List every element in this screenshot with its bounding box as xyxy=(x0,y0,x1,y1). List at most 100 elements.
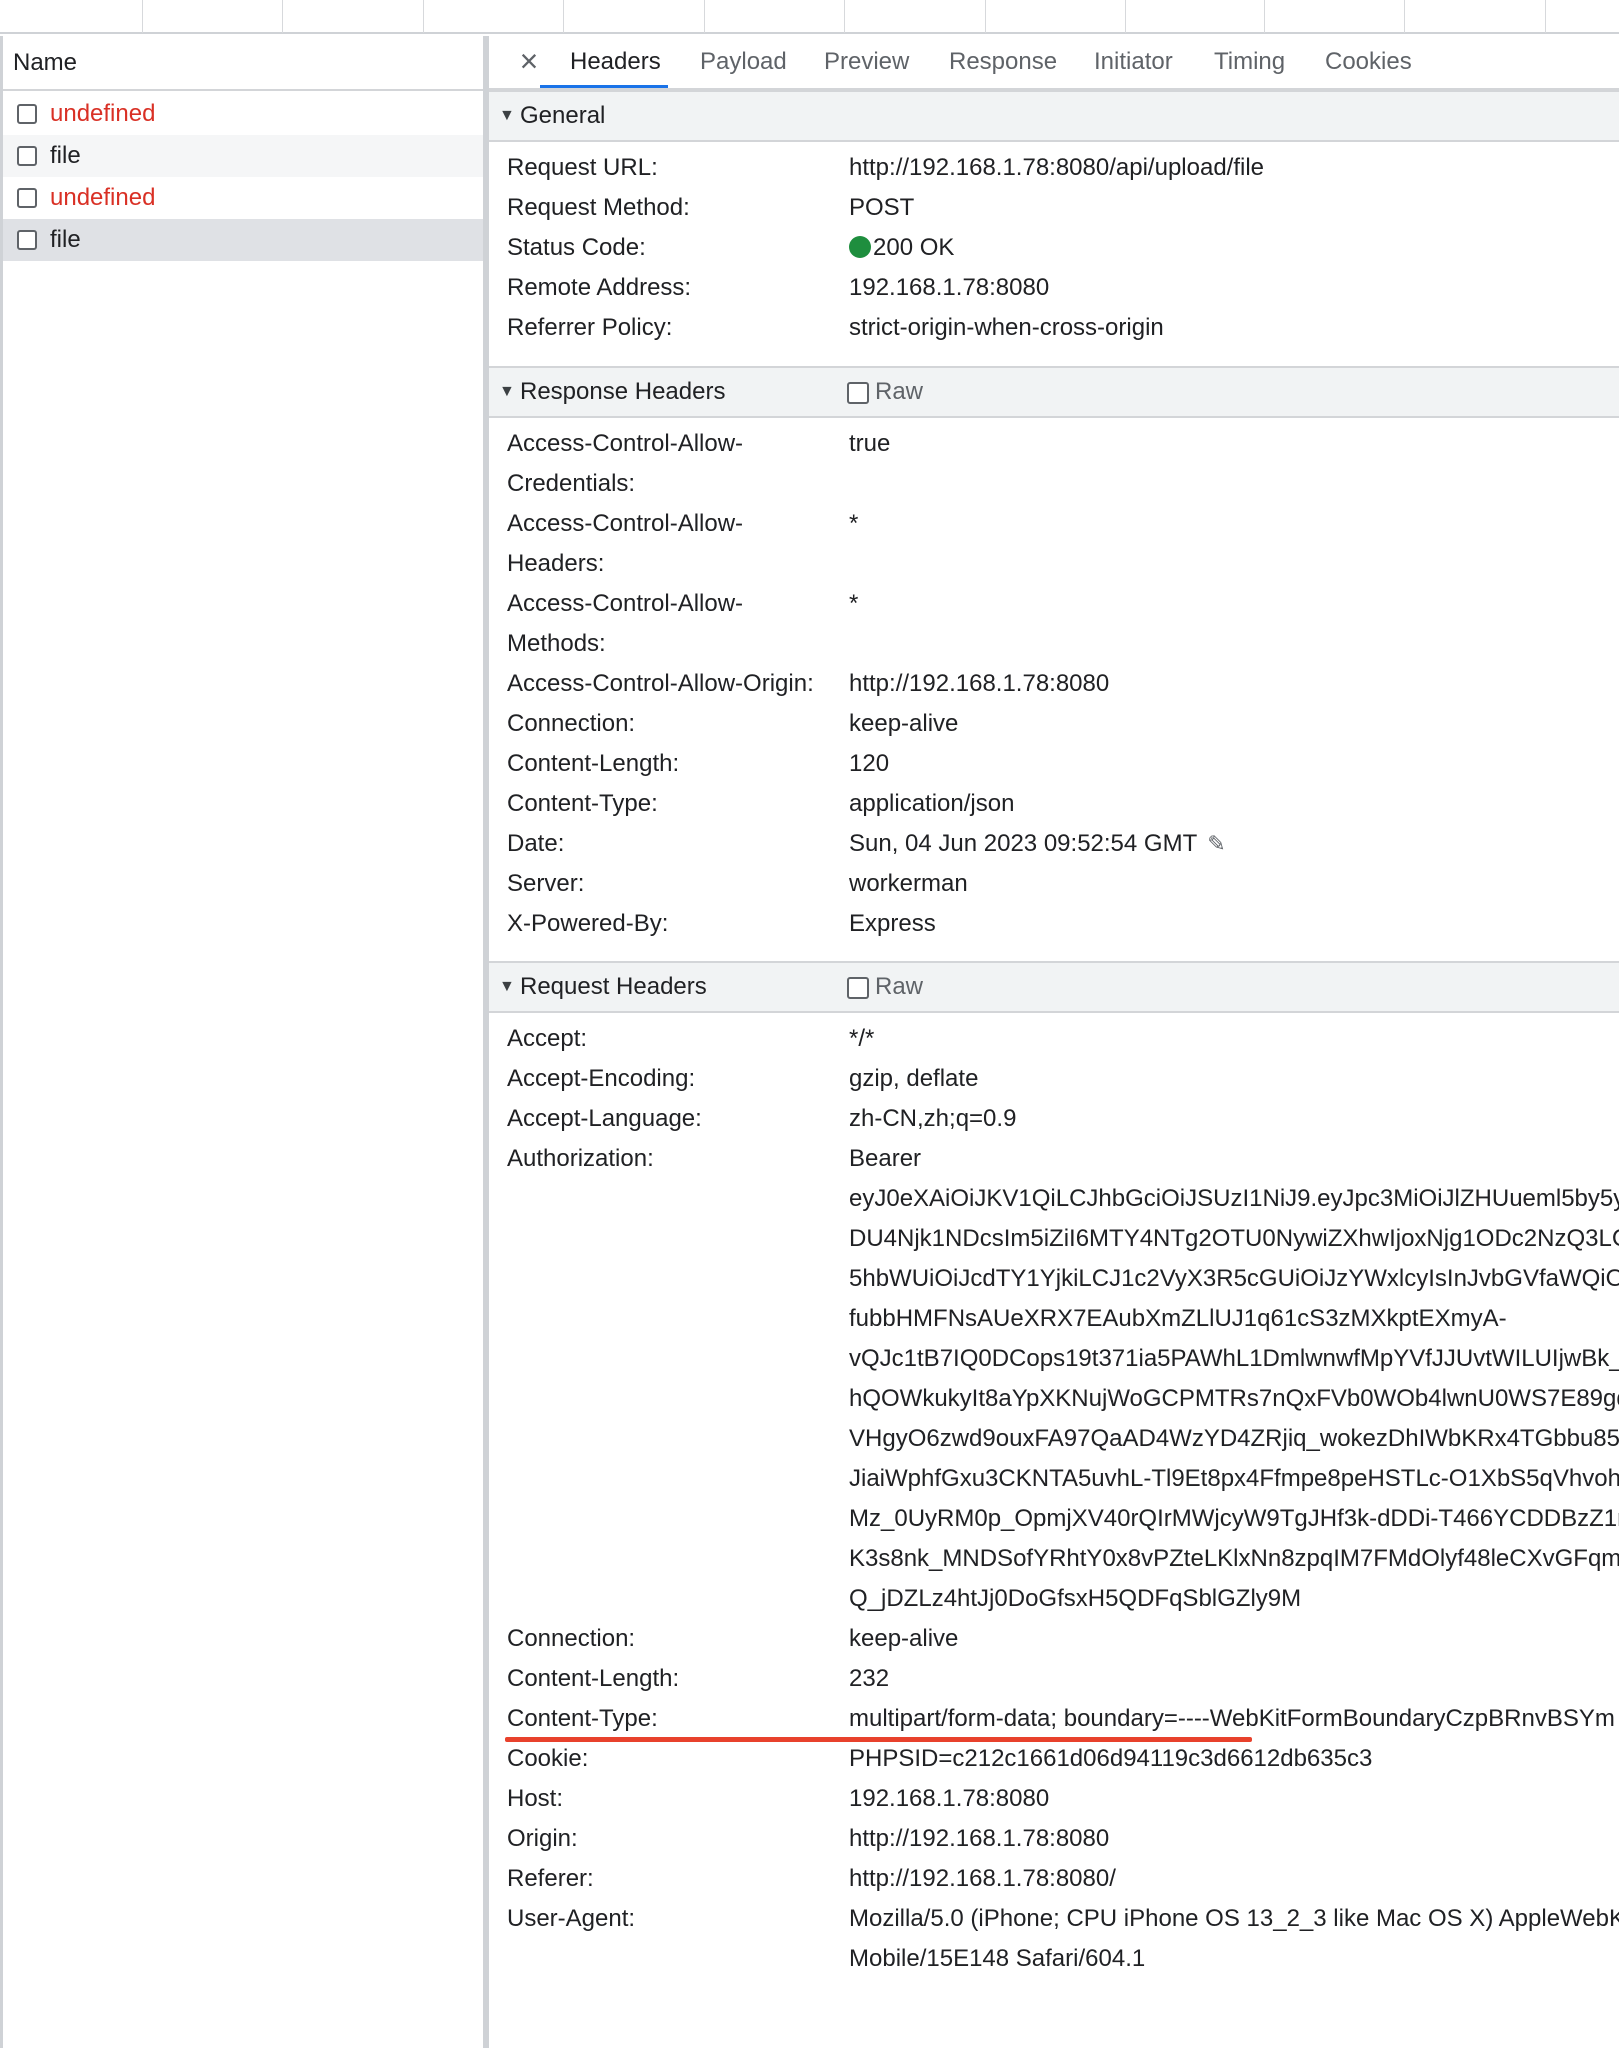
header-value: K3s8nk_MNDSofYRhtY0x8vPZteLKlxNn8zpqIM7F… xyxy=(849,1545,1619,1572)
request-headers-section-header[interactable]: ▼ Request Headers Raw xyxy=(489,961,1619,1013)
header-key: Connection: xyxy=(507,1625,636,1652)
tab-response[interactable]: Response xyxy=(949,36,1057,88)
header-key: Connection: xyxy=(507,710,636,737)
timeline-gridline xyxy=(563,0,564,33)
header-key: Request URL: xyxy=(507,154,658,181)
header-value: * xyxy=(849,510,859,537)
header-value: Mobile/15E148 Safari/604.1 xyxy=(849,1945,1146,1972)
header-key: Methods: xyxy=(507,630,606,657)
general-section-header[interactable]: ▼ General xyxy=(489,90,1619,142)
header-value: http://192.168.1.78:8080/ xyxy=(849,1865,1116,1892)
annotation-underline xyxy=(505,1737,1252,1742)
timeline-gridline xyxy=(142,0,143,33)
header-key: Access-Control-Allow-Origin: xyxy=(507,670,814,697)
header-value: multipart/form-data; boundary=----WebKit… xyxy=(849,1705,1615,1732)
tab-initiator[interactable]: Initiator xyxy=(1094,36,1173,88)
tab-payload[interactable]: Payload xyxy=(700,36,787,88)
timeline-gridline xyxy=(282,0,283,33)
header-key: Content-Type: xyxy=(507,790,658,817)
section-title: Request Headers xyxy=(520,973,707,1000)
header-value: http://192.168.1.78:8080/api/upload/file xyxy=(849,154,1265,181)
response-headers-section-header[interactable]: ▼ Response Headers Raw xyxy=(489,366,1619,418)
request-details-panel: × Headers Payload Preview Response Initi… xyxy=(487,36,1619,2048)
request-row[interactable]: undefined xyxy=(3,93,483,135)
request-name: file xyxy=(50,226,81,253)
header-key: Credentials: xyxy=(507,470,636,497)
request-checkbox[interactable] xyxy=(17,188,37,208)
active-tab-indicator xyxy=(540,85,668,88)
request-checkbox[interactable] xyxy=(17,146,37,166)
tab-headers[interactable]: Headers xyxy=(570,36,661,88)
header-value: Mozilla/5.0 (iPhone; CPU iPhone OS 13_2_… xyxy=(849,1905,1619,1932)
request-row[interactable]: file xyxy=(3,135,483,177)
request-name: undefined xyxy=(50,100,156,127)
timeline-gridline xyxy=(423,0,424,33)
request-checkbox[interactable] xyxy=(17,104,37,124)
header-key: Date: xyxy=(507,830,565,857)
header-key: Cookie: xyxy=(507,1745,589,1772)
header-key: Origin: xyxy=(507,1825,578,1852)
header-key: Referer: xyxy=(507,1865,594,1892)
header-value: Q_jDZLz4htJj0DoGfsxH5QDFqSblGZly9M xyxy=(849,1585,1302,1612)
header-value: fubbHMFNsAUeXRX7EAubXmZLlUJ1q61cS3zMXkpt… xyxy=(849,1305,1507,1332)
header-key: Authorization: xyxy=(507,1145,654,1172)
header-value: Sun, 04 Jun 2023 09:52:54 GMT xyxy=(849,830,1198,857)
header-key: Content-Type: xyxy=(507,1705,658,1732)
header-value: Bearer xyxy=(849,1145,922,1172)
timeline-gridline xyxy=(1545,0,1546,33)
header-key: Server: xyxy=(507,870,585,897)
header-value: zh-CN,zh;q=0.9 xyxy=(849,1105,1017,1132)
header-value: PHPSID=c212c1661d06d94119c3d6612db635c3 xyxy=(849,1745,1373,1772)
close-icon[interactable]: × xyxy=(513,45,545,78)
header-value: Express xyxy=(849,910,936,937)
tab-timing[interactable]: Timing xyxy=(1214,36,1285,88)
request-name: undefined xyxy=(50,184,156,211)
header-value: 232 xyxy=(849,1665,890,1692)
header-key: Access-Control-Allow- xyxy=(507,430,744,457)
pencil-icon[interactable]: ✎ xyxy=(1207,824,1225,864)
request-row-selected[interactable]: file xyxy=(3,219,483,261)
header-key: Access-Control-Allow- xyxy=(507,590,744,617)
triangle-down-icon: ▼ xyxy=(499,383,515,400)
header-key: Accept-Language: xyxy=(507,1105,702,1132)
header-value: DU4Njk1NDcsIm5iZiI6MTY4NTg2OTU0NywiZXhwI… xyxy=(849,1225,1619,1252)
header-value: keep-alive xyxy=(849,710,959,737)
header-key: Remote Address: xyxy=(507,274,692,301)
header-value: * xyxy=(849,590,859,617)
header-key: Accept-Encoding: xyxy=(507,1065,696,1092)
header-value: application/json xyxy=(849,790,1015,817)
header-key: Accept: xyxy=(507,1025,588,1052)
timeline-gridline xyxy=(1404,0,1405,33)
header-value: 120 xyxy=(849,750,890,777)
raw-checkbox[interactable] xyxy=(847,382,869,404)
request-row[interactable]: undefined xyxy=(3,177,483,219)
tab-cookies[interactable]: Cookies xyxy=(1325,36,1412,88)
header-value: keep-alive xyxy=(849,1625,959,1652)
header-value: true xyxy=(849,430,891,457)
header-value: */* xyxy=(849,1025,875,1052)
raw-checkbox[interactable] xyxy=(847,977,869,999)
header-value: 192.168.1.78:8080 xyxy=(849,274,1050,301)
status-dot-icon xyxy=(849,236,871,258)
timeline-gridline xyxy=(1264,0,1265,33)
header-key: Content-Length: xyxy=(507,750,680,777)
name-column-header[interactable]: Name xyxy=(3,36,483,91)
triangle-down-icon: ▼ xyxy=(499,107,515,124)
header-key: Referrer Policy: xyxy=(507,314,673,341)
section-title: Response Headers xyxy=(520,378,726,405)
timeline-gridline xyxy=(844,0,845,33)
header-key: Headers: xyxy=(507,550,605,577)
details-tab-bar: × Headers Payload Preview Response Initi… xyxy=(489,36,1619,90)
status-text: 200 OK xyxy=(873,234,955,261)
header-value: strict-origin-when-cross-origin xyxy=(849,314,1164,341)
request-list-panel: Name undefined file undefined file xyxy=(0,36,487,2048)
header-key: Request Method: xyxy=(507,194,690,221)
tab-preview[interactable]: Preview xyxy=(824,36,909,88)
header-value: http://192.168.1.78:8080 xyxy=(849,670,1110,697)
request-checkbox[interactable] xyxy=(17,230,37,250)
header-key: Status Code: xyxy=(507,234,646,261)
header-key: X-Powered-By: xyxy=(507,910,669,937)
status-value: 200 OK xyxy=(849,228,954,268)
header-value: gzip, deflate xyxy=(849,1065,979,1092)
timeline-overview[interactable] xyxy=(0,0,1619,34)
